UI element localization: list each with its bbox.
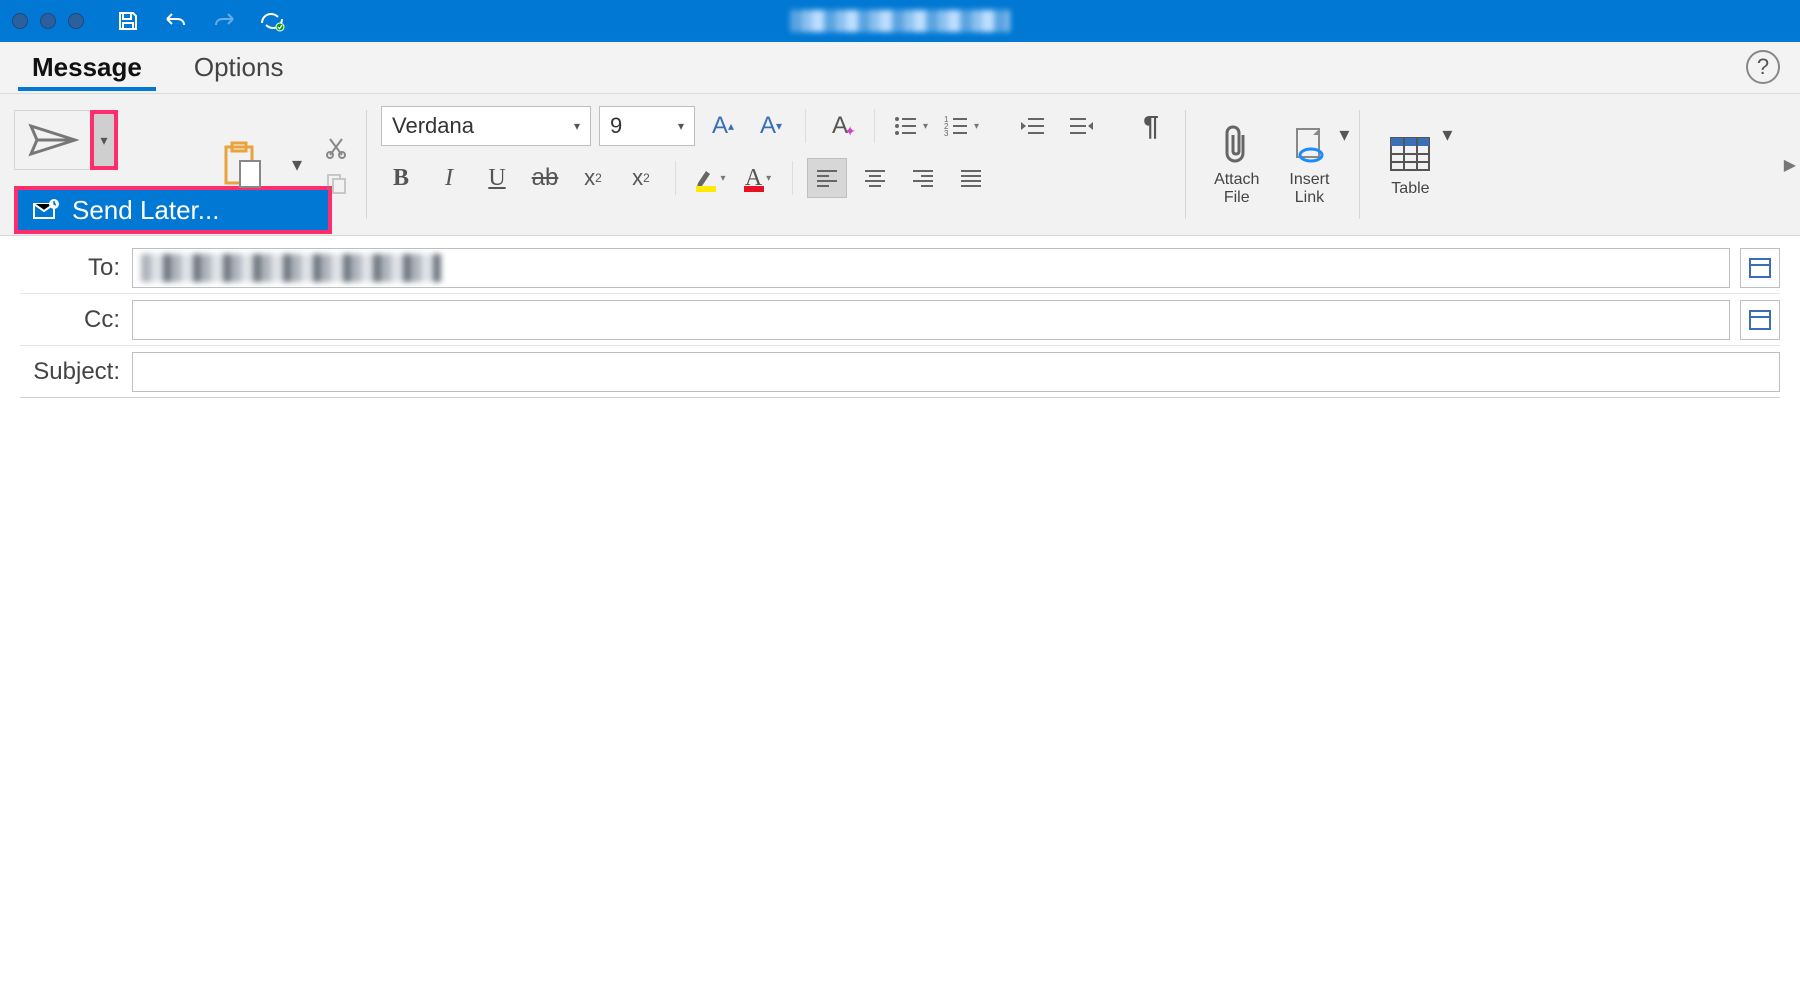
paperclip-icon (1215, 123, 1259, 167)
ribbon-expand-icon[interactable]: ▶ (1784, 155, 1796, 175)
grow-font-icon[interactable]: A▴ (703, 106, 743, 146)
align-right-button[interactable] (903, 158, 943, 198)
send-button[interactable] (14, 110, 90, 170)
clipboard-group: ▾ (194, 100, 366, 229)
send-later-icon (32, 198, 60, 222)
clear-formatting-icon[interactable]: A✦ (820, 106, 860, 146)
to-label: To: (20, 254, 132, 282)
to-address-book-button[interactable] (1740, 248, 1780, 288)
table-dropdown[interactable]: ▾ (1430, 114, 1464, 154)
cut-icon[interactable] (320, 133, 352, 161)
message-body[interactable] (0, 398, 1800, 898)
cc-label: Cc: (20, 306, 132, 334)
font-color-button[interactable]: A▾ (738, 158, 778, 198)
ribbon-tabs: Message Options ? (0, 42, 1800, 94)
attach-file-button[interactable]: AttachFile (1200, 123, 1273, 207)
bold-button[interactable]: B (381, 158, 421, 198)
font-family-select[interactable]: Verdana▾ (381, 106, 591, 146)
help-icon[interactable]: ? (1746, 50, 1780, 84)
cc-row: Cc: (20, 294, 1780, 346)
window-title (790, 10, 1010, 32)
table-label: Table (1391, 180, 1429, 198)
bullets-icon[interactable]: ▾ (889, 106, 932, 146)
save-icon[interactable] (114, 7, 142, 35)
align-left-button[interactable] (807, 158, 847, 198)
to-recipient-chip[interactable] (141, 254, 441, 282)
titlebar (0, 0, 1800, 42)
insert-link-dropdown[interactable]: ▾ (1327, 114, 1361, 154)
font-family-value: Verdana (392, 113, 474, 139)
highlight-color-button[interactable]: ▾ (690, 158, 730, 198)
insert-link-button[interactable]: ▾ InsertLink (1273, 123, 1345, 207)
underline-button[interactable]: U (477, 158, 517, 198)
font-group: Verdana▾ 9▾ A▴ A▾ A✦ ▾ 123▾ ¶ (367, 100, 1185, 229)
attach-file-label: AttachFile (1214, 171, 1259, 207)
decrease-indent-icon[interactable] (1013, 106, 1053, 146)
subject-row: Subject: (20, 346, 1780, 398)
tab-message[interactable]: Message (18, 44, 156, 91)
shrink-font-icon[interactable]: A▾ (751, 106, 791, 146)
align-center-button[interactable] (855, 158, 895, 198)
paste-dropdown[interactable]: ▾ (280, 145, 314, 185)
numbering-icon[interactable]: 123▾ (940, 106, 983, 146)
minimize-window-button[interactable] (40, 13, 56, 29)
to-row: To: (20, 242, 1780, 294)
ribbon: ▾ Send Later... ▾ Verdana▾ (0, 94, 1800, 236)
to-input[interactable] (132, 248, 1730, 288)
close-window-button[interactable] (12, 13, 28, 29)
tab-options[interactable]: Options (180, 44, 298, 91)
window-controls (12, 13, 84, 29)
cc-address-book-button[interactable] (1740, 300, 1780, 340)
subject-input[interactable] (132, 352, 1780, 392)
undo-icon[interactable] (162, 7, 190, 35)
link-icon (1287, 123, 1331, 167)
justify-button[interactable] (951, 158, 991, 198)
copy-icon[interactable] (320, 169, 352, 197)
cc-input[interactable] (132, 300, 1730, 340)
font-size-value: 9 (610, 113, 622, 139)
redo-icon[interactable] (210, 7, 238, 35)
increase-indent-icon[interactable] (1061, 106, 1101, 146)
svg-text:3: 3 (944, 129, 949, 137)
message-header-fields: To: Cc: Subject: (0, 236, 1800, 398)
send-dropdown-arrow[interactable]: ▾ (90, 110, 118, 170)
paste-button[interactable] (208, 135, 276, 195)
sync-icon[interactable] (258, 7, 286, 35)
table-button[interactable]: ▾ Table (1374, 132, 1446, 198)
subject-label: Subject: (20, 358, 132, 386)
font-size-select[interactable]: 9▾ (599, 106, 695, 146)
zoom-window-button[interactable] (68, 13, 84, 29)
insert-group: AttachFile ▾ InsertLink (1186, 100, 1359, 229)
italic-button[interactable]: I (429, 158, 469, 198)
subscript-button[interactable]: x2 (573, 158, 613, 198)
strikethrough-button[interactable]: ab (525, 158, 565, 198)
superscript-button[interactable]: x2 (621, 158, 661, 198)
quick-access-toolbar (114, 7, 286, 35)
insert-link-label: InsertLink (1289, 171, 1329, 207)
table-group: ▾ Table (1360, 100, 1460, 229)
table-icon (1388, 132, 1432, 176)
paragraph-marks-icon[interactable]: ¶ (1131, 106, 1171, 146)
